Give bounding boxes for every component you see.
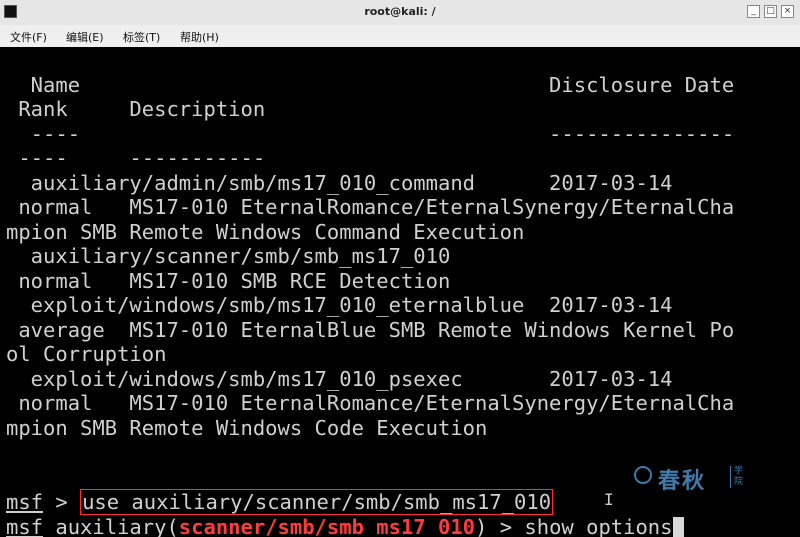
prompt-context-close: ) >	[475, 515, 525, 537]
terminal-line: Name Disclosure Date	[6, 73, 735, 97]
prompt-separator: >	[43, 490, 81, 514]
terminal-line: normal MS17-010 SMB RCE Detection	[6, 269, 451, 293]
terminal-line: Rank Description	[6, 97, 266, 121]
terminal-line: exploit/windows/smb/ms17_010_psexec 2017…	[6, 367, 673, 391]
window-title: root@kali: /	[364, 5, 436, 18]
msf-prompt: msf	[6, 515, 44, 537]
active-module-name: scanner/smb/smb_ms17_010	[178, 515, 476, 537]
terminal-line: normal MS17-010 EternalRomance/EternalSy…	[6, 391, 735, 415]
watermark-text: 春秋	[658, 469, 707, 494]
terminal-line: mpion SMB Remote Windows Command Executi…	[6, 220, 525, 244]
show-options-command[interactable]: show options	[524, 515, 672, 537]
close-button[interactable]: ×	[781, 5, 794, 18]
terminal-line: auxiliary/scanner/smb/smb_ms17_010	[6, 244, 451, 268]
window-titlebar[interactable]: root@kali: / _ □ ×	[0, 0, 800, 26]
terminal-line: ---- -----------	[6, 146, 266, 170]
watermark-small-text: 学院	[730, 466, 748, 488]
mouse-ibeam-icon: I	[604, 490, 614, 509]
msf-prompt: msf	[6, 490, 44, 514]
text-cursor	[672, 517, 684, 537]
terminal-line: auxiliary/admin/smb/ms17_010_command 201…	[6, 171, 673, 195]
menu-edit[interactable]: 编辑(E)	[66, 29, 104, 45]
terminal-line: exploit/windows/smb/ms17_010_eternalblue…	[6, 293, 673, 317]
prompt-line-show: msf auxiliary(scanner/smb/smb_ms17_010) …	[6, 515, 684, 537]
menu-file[interactable]: 文件(F)	[10, 29, 47, 45]
menu-bar: 文件(F) 编辑(E) 标签(T) 帮助(H)	[0, 25, 800, 48]
prompt-line-use: msf > use auxiliary/scanner/smb/smb_ms17…	[6, 489, 554, 515]
prompt-context-open: auxiliary(	[43, 515, 179, 537]
watermark-icon	[634, 466, 652, 484]
terminal-line: average MS17-010 EternalBlue SMB Remote …	[6, 318, 735, 342]
window-controls: _ □ ×	[743, 5, 794, 19]
terminal-line: normal MS17-010 EternalRomance/EternalSy…	[6, 195, 735, 219]
terminal-line: ---- ---------------	[6, 122, 735, 146]
menu-tabs[interactable]: 标签(T)	[123, 29, 160, 45]
minimize-button[interactable]: _	[747, 5, 760, 18]
terminal-line: mpion SMB Remote Windows Code Execution	[6, 416, 488, 440]
use-command-highlight: use auxiliary/scanner/smb/smb_ms17_010	[80, 489, 554, 515]
maximize-button[interactable]: □	[764, 5, 777, 18]
terminal-line: ol Corruption	[6, 342, 167, 366]
menu-help[interactable]: 帮助(H)	[180, 29, 219, 45]
